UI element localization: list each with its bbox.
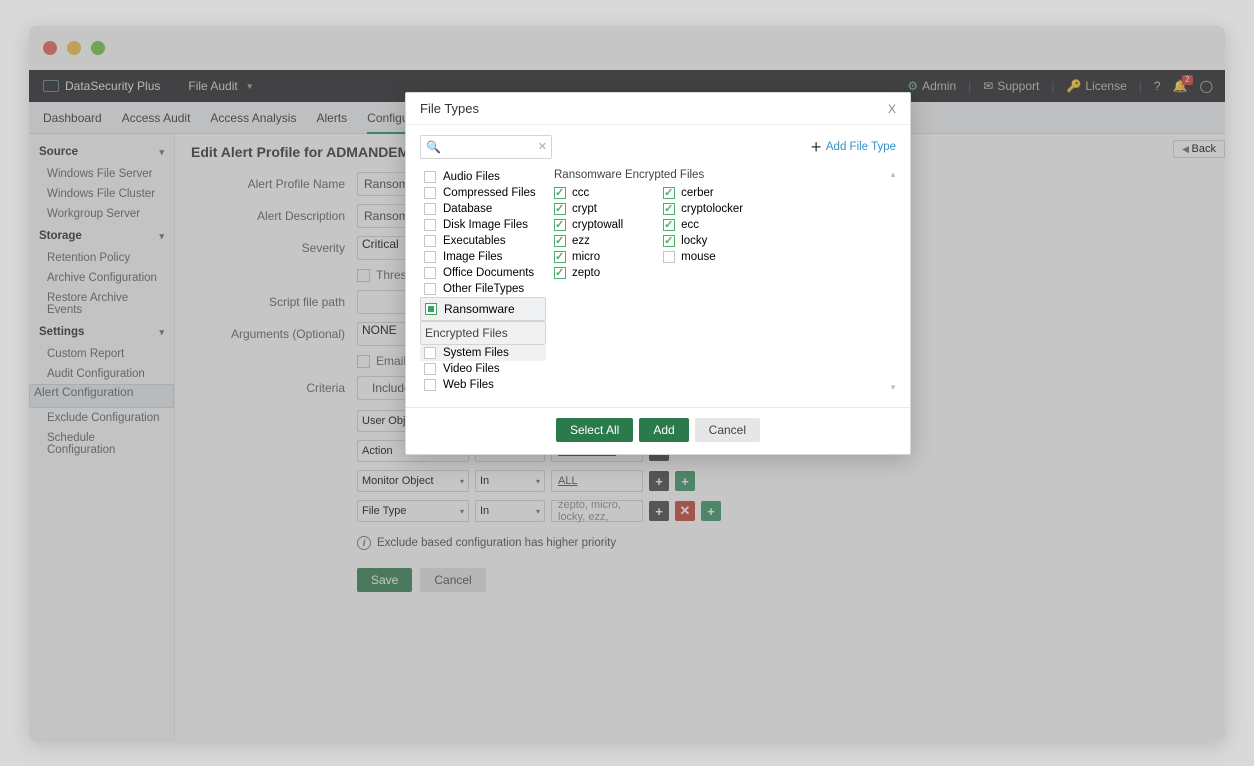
category-audio[interactable]: Audio Files [420, 169, 546, 185]
file-ext-row[interactable]: locky [663, 233, 743, 249]
file-ext-label: cryptolocker [681, 203, 743, 215]
modal-cancel-button[interactable]: Cancel [695, 418, 760, 442]
file-ext-label: ezz [572, 235, 590, 247]
checkbox-icon [663, 235, 675, 247]
file-ext-row[interactable]: crypt [554, 201, 623, 217]
checkbox-icon [554, 235, 566, 247]
detail-panel: Ransomware Encrypted Files ccc crypt crypt… [554, 169, 896, 393]
category-office-docs[interactable]: Office Documents [420, 265, 546, 281]
close-icon[interactable]: X [888, 102, 896, 116]
checkbox-icon [663, 251, 675, 263]
file-ext-label: zepto [572, 267, 600, 279]
add-file-type-link[interactable]: ＋ Add File Type [810, 139, 896, 155]
file-ext-row[interactable]: micro [554, 249, 623, 265]
detail-header: Ransomware Encrypted Files [554, 169, 896, 181]
file-ext-label: mouse [681, 251, 716, 263]
file-ext-label: crypt [572, 203, 597, 215]
category-encrypted-files[interactable]: Encrypted Files [420, 321, 546, 345]
file-ext-label: ecc [681, 219, 699, 231]
search-icon: 🔍 [426, 140, 441, 154]
plus-icon: ＋ [810, 139, 822, 155]
file-types-modal: File Types X 🔍 ✕ ＋ Add File Type Audio F… [405, 92, 911, 455]
file-ext-row[interactable]: zepto [554, 265, 623, 281]
clear-icon[interactable]: ✕ [538, 140, 547, 153]
file-ext-label: cryptowall [572, 219, 623, 231]
file-ext-row[interactable]: ezz [554, 233, 623, 249]
category-executables[interactable]: Executables [420, 233, 546, 249]
search-box: 🔍 ✕ [420, 135, 552, 159]
scroll-down-icon[interactable]: ▾ [891, 382, 896, 393]
scroll-up-icon[interactable]: ▴ [891, 169, 896, 180]
file-ext-label: cerber [681, 187, 714, 199]
checkbox-icon [554, 219, 566, 231]
checkbox-icon [663, 219, 675, 231]
app-window: DataSecurity Plus File Audit ▼ ⚙ Admin |… [29, 26, 1225, 741]
category-video-files[interactable]: Video Files [420, 361, 546, 377]
select-all-button[interactable]: Select All [556, 418, 633, 442]
file-ext-label: micro [572, 251, 600, 263]
category-database[interactable]: Database [420, 201, 546, 217]
file-ext-row[interactable]: cryptolocker [663, 201, 743, 217]
file-ext-label: locky [681, 235, 707, 247]
modal-title: File Types [420, 101, 479, 116]
file-ext-row[interactable]: ecc [663, 217, 743, 233]
modal-header: File Types X [406, 93, 910, 125]
file-ext-row[interactable]: cerber [663, 185, 743, 201]
category-web-files[interactable]: Web Files [420, 377, 546, 393]
modal-footer: Select All Add Cancel [406, 407, 910, 454]
file-ext-row[interactable]: ccc [554, 185, 623, 201]
category-list: Audio Files Compressed Files Database Di… [420, 169, 546, 393]
checkbox-icon [663, 187, 675, 199]
checkbox-icon [663, 203, 675, 215]
category-compressed[interactable]: Compressed Files [420, 185, 546, 201]
file-ext-row[interactable]: mouse [663, 249, 743, 265]
checkbox-icon [554, 267, 566, 279]
category-image-files[interactable]: Image Files [420, 249, 546, 265]
scrollbar[interactable]: ▴▾ [888, 169, 898, 393]
category-system-files[interactable]: System Files [420, 345, 546, 361]
category-ransomware[interactable]: Ransomware [420, 297, 546, 321]
checkbox-icon [554, 251, 566, 263]
category-other-filetypes[interactable]: Other FileTypes [420, 281, 546, 297]
file-ext-row[interactable]: cryptowall [554, 217, 623, 233]
checkbox-icon [554, 203, 566, 215]
checkbox-icon [554, 187, 566, 199]
category-disk-image[interactable]: Disk Image Files [420, 217, 546, 233]
add-button[interactable]: Add [639, 418, 688, 442]
file-ext-label: ccc [572, 187, 589, 199]
